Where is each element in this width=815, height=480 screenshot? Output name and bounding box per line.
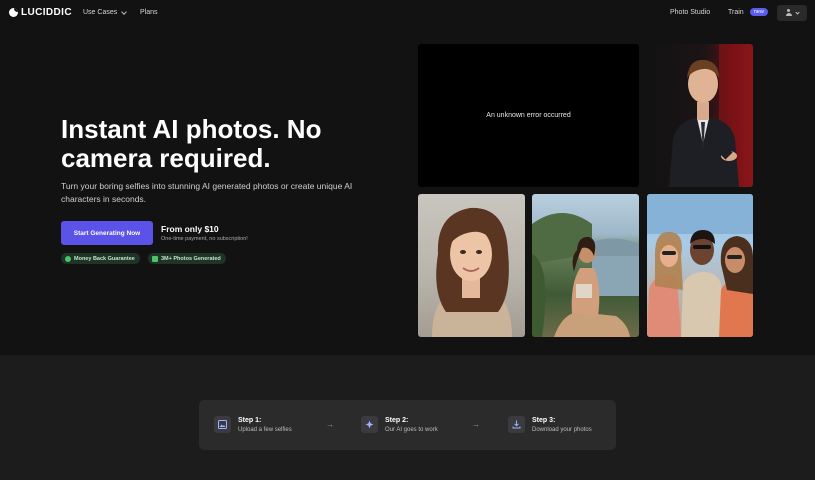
start-generating-button[interactable]: Start Generating Now [61, 221, 153, 245]
photos-generated-label: 3M+ Photos Generated [161, 255, 221, 262]
nav-train-label: Train [728, 8, 744, 16]
chevron-down-icon [795, 9, 800, 15]
logo-icon [9, 8, 18, 17]
image-icon [214, 416, 231, 433]
nav-photo-studio-label: Photo Studio [670, 9, 711, 16]
brand-logo[interactable]: LUCIDDIC [9, 7, 72, 18]
photos-generated-badge: 3M+ Photos Generated [148, 253, 226, 264]
chevron-down-icon [121, 8, 128, 15]
gallery-video-tile[interactable]: An unknown error occurred [418, 44, 639, 187]
steps-panel: Step 1: Upload a few selfies → Step 2: O… [199, 400, 616, 450]
nav-train[interactable]: Train new [728, 8, 768, 16]
money-back-badge: Money Back Guarantee [61, 253, 140, 264]
money-back-label: Money Back Guarantee [74, 255, 135, 262]
step-3-desc: Download your photos [532, 427, 592, 433]
speaker-illustration [669, 44, 753, 187]
price-text: From only $10 [161, 224, 219, 234]
image-icon [152, 255, 158, 262]
portrait-illustration [432, 207, 512, 337]
group-illustration [647, 194, 753, 337]
user-icon [785, 9, 792, 17]
gallery-photo-yoga [532, 194, 639, 337]
new-badge: new [749, 8, 768, 16]
nav-photo-studio[interactable]: Photo Studio [670, 9, 710, 16]
nav-use-cases-label: Use Cases [83, 9, 118, 16]
price-note: One-time payment, no subscription! [161, 236, 248, 242]
nav-use-cases[interactable]: Use Cases [83, 8, 128, 16]
hero-subtitle: Turn your boring selfies into stunning A… [61, 181, 353, 204]
step-1-title: Step 1: [238, 417, 262, 424]
arrow-right-icon: → [326, 420, 334, 429]
gallery-photo-group [647, 194, 753, 337]
brand-name: LUCIDDIC [21, 7, 72, 18]
top-nav: LUCIDDIC Use Cases Plans Photo Studio Tr… [0, 0, 815, 28]
check-icon [65, 255, 71, 262]
step-1-desc: Upload a few selfies [238, 427, 292, 433]
sparkle-icon [361, 416, 378, 433]
download-icon [508, 416, 525, 433]
nav-plans[interactable]: Plans [140, 9, 158, 16]
arrow-right-icon: → [472, 420, 480, 429]
yoga-illustration [532, 213, 639, 337]
gallery-photo-portrait [418, 194, 525, 337]
user-menu-button[interactable] [777, 5, 807, 21]
error-message: An unknown error occurred [486, 112, 571, 119]
step-2-title: Step 2: [385, 417, 409, 424]
step-3-title: Step 3: [532, 417, 556, 424]
step-2-desc: Our AI goes to work [385, 427, 438, 433]
gallery-photo-speaker [647, 44, 753, 187]
nav-plans-label: Plans [140, 9, 158, 16]
hero-title: Instant AI photos. No camera required. [61, 114, 322, 173]
